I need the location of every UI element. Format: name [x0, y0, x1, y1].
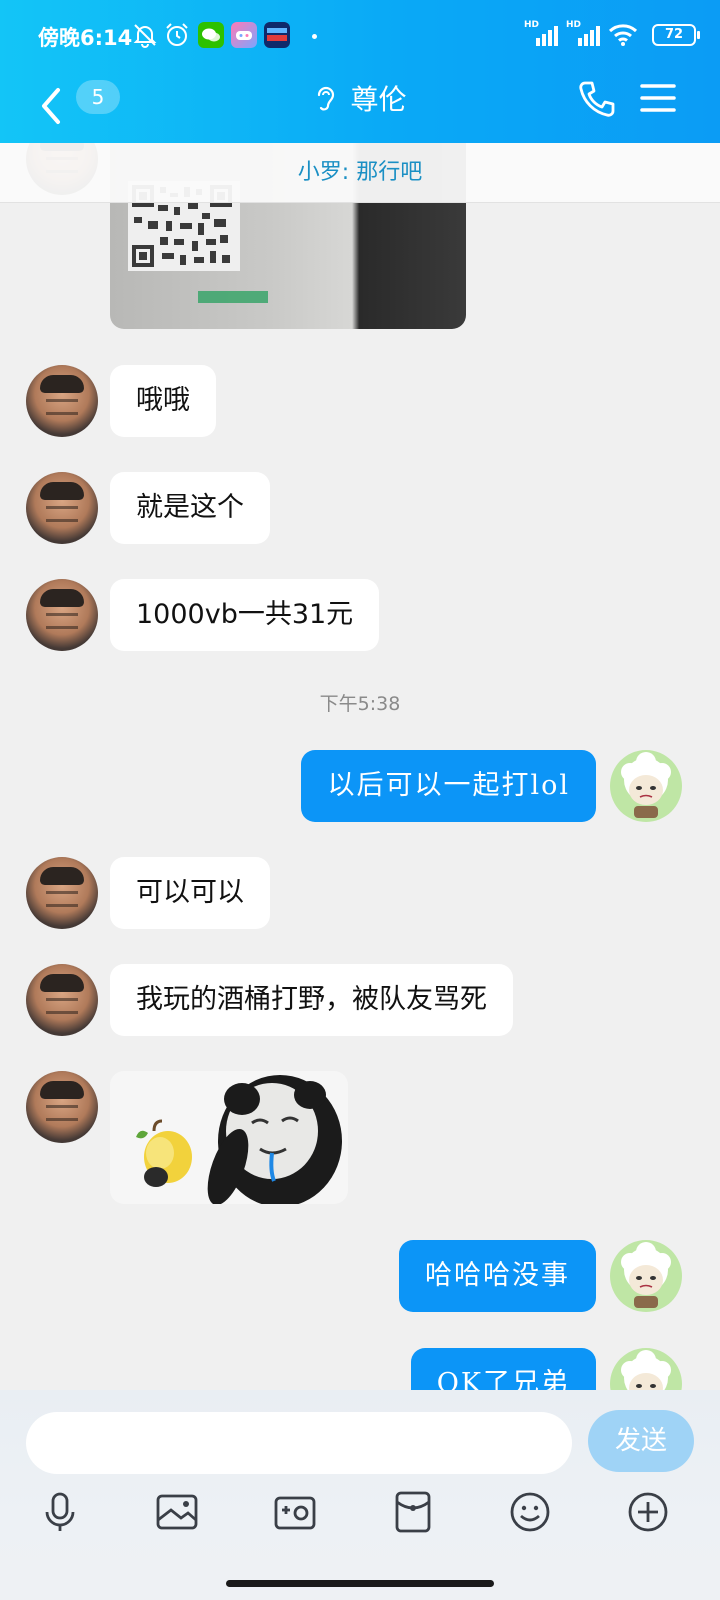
game-app-icon [231, 22, 257, 48]
quoted-message-banner[interactable]: 小罗: 那行吧 [0, 143, 720, 203]
message-timestamp: 下午5:38 [319, 693, 401, 715]
friend-avatar[interactable] [26, 365, 98, 437]
top-bar: 傍晚6:14 HD HD 72 5 尊伦 [0, 0, 720, 143]
message-input[interactable] [26, 1412, 572, 1474]
plus-icon[interactable] [626, 1490, 670, 1534]
sheep-avatar-icon [621, 752, 671, 818]
menu-button[interactable] [640, 80, 676, 116]
signal-1-icon: HD [524, 20, 558, 48]
friend-avatar[interactable] [26, 857, 98, 929]
news-app-icon [264, 22, 290, 48]
sticker-image-message[interactable] [110, 1071, 348, 1204]
incoming-message[interactable]: 就是这个 [110, 472, 270, 544]
picture-icon[interactable] [155, 1490, 199, 1534]
incoming-message[interactable]: 哦哦 [110, 365, 216, 437]
wechat-app-icon [198, 22, 224, 48]
mute-bell-icon [133, 24, 157, 48]
input-bar: 发送 [0, 1390, 720, 1600]
status-bar: 傍晚6:14 HD HD 72 [0, 0, 720, 70]
signal-2-icon: HD [566, 20, 600, 48]
incoming-message[interactable]: 可以可以 [110, 857, 270, 929]
chat-title[interactable]: 尊伦 [351, 83, 407, 116]
friend-avatar[interactable] [26, 472, 98, 544]
home-indicator[interactable] [226, 1580, 494, 1587]
my-avatar[interactable] [610, 1240, 682, 1312]
incoming-message[interactable]: 1000vb一共31元 [110, 579, 380, 651]
microphone-icon[interactable] [38, 1490, 82, 1534]
friend-avatar[interactable] [26, 1071, 98, 1143]
status-dot [312, 34, 317, 39]
panda-meme-sticker [136, 1075, 342, 1204]
chat-header: 5 尊伦 [0, 70, 720, 143]
friend-avatar[interactable] [26, 964, 98, 1036]
send-button[interactable]: 发送 [588, 1410, 694, 1472]
emoji-icon[interactable] [508, 1490, 552, 1534]
status-time: 傍晚6:14 [38, 26, 133, 50]
phone-call-button[interactable] [576, 78, 618, 120]
outgoing-message[interactable]: 哈哈哈没事 [399, 1240, 596, 1312]
chat-area[interactable]: 小罗: 那行吧 哦哦 就是这个 1000vb一共31元 下午5:38 以后可以一… [0, 143, 720, 1423]
alarm-icon [166, 23, 188, 46]
outgoing-message[interactable]: 以后可以一起打lol [301, 750, 596, 822]
sheep-avatar-icon [621, 1242, 671, 1308]
status-right: HD HD 72 [524, 20, 700, 50]
friend-avatar[interactable] [26, 579, 98, 651]
battery-indicator: 72 [652, 24, 700, 46]
incoming-message[interactable]: 我玩的酒桶打野，被队友骂死 [110, 964, 513, 1036]
earpiece-mode-icon[interactable] [313, 83, 339, 113]
my-avatar[interactable] [610, 750, 682, 822]
red-packet-icon[interactable] [391, 1490, 435, 1534]
camera-icon[interactable] [273, 1490, 317, 1534]
wifi-icon [608, 24, 638, 46]
